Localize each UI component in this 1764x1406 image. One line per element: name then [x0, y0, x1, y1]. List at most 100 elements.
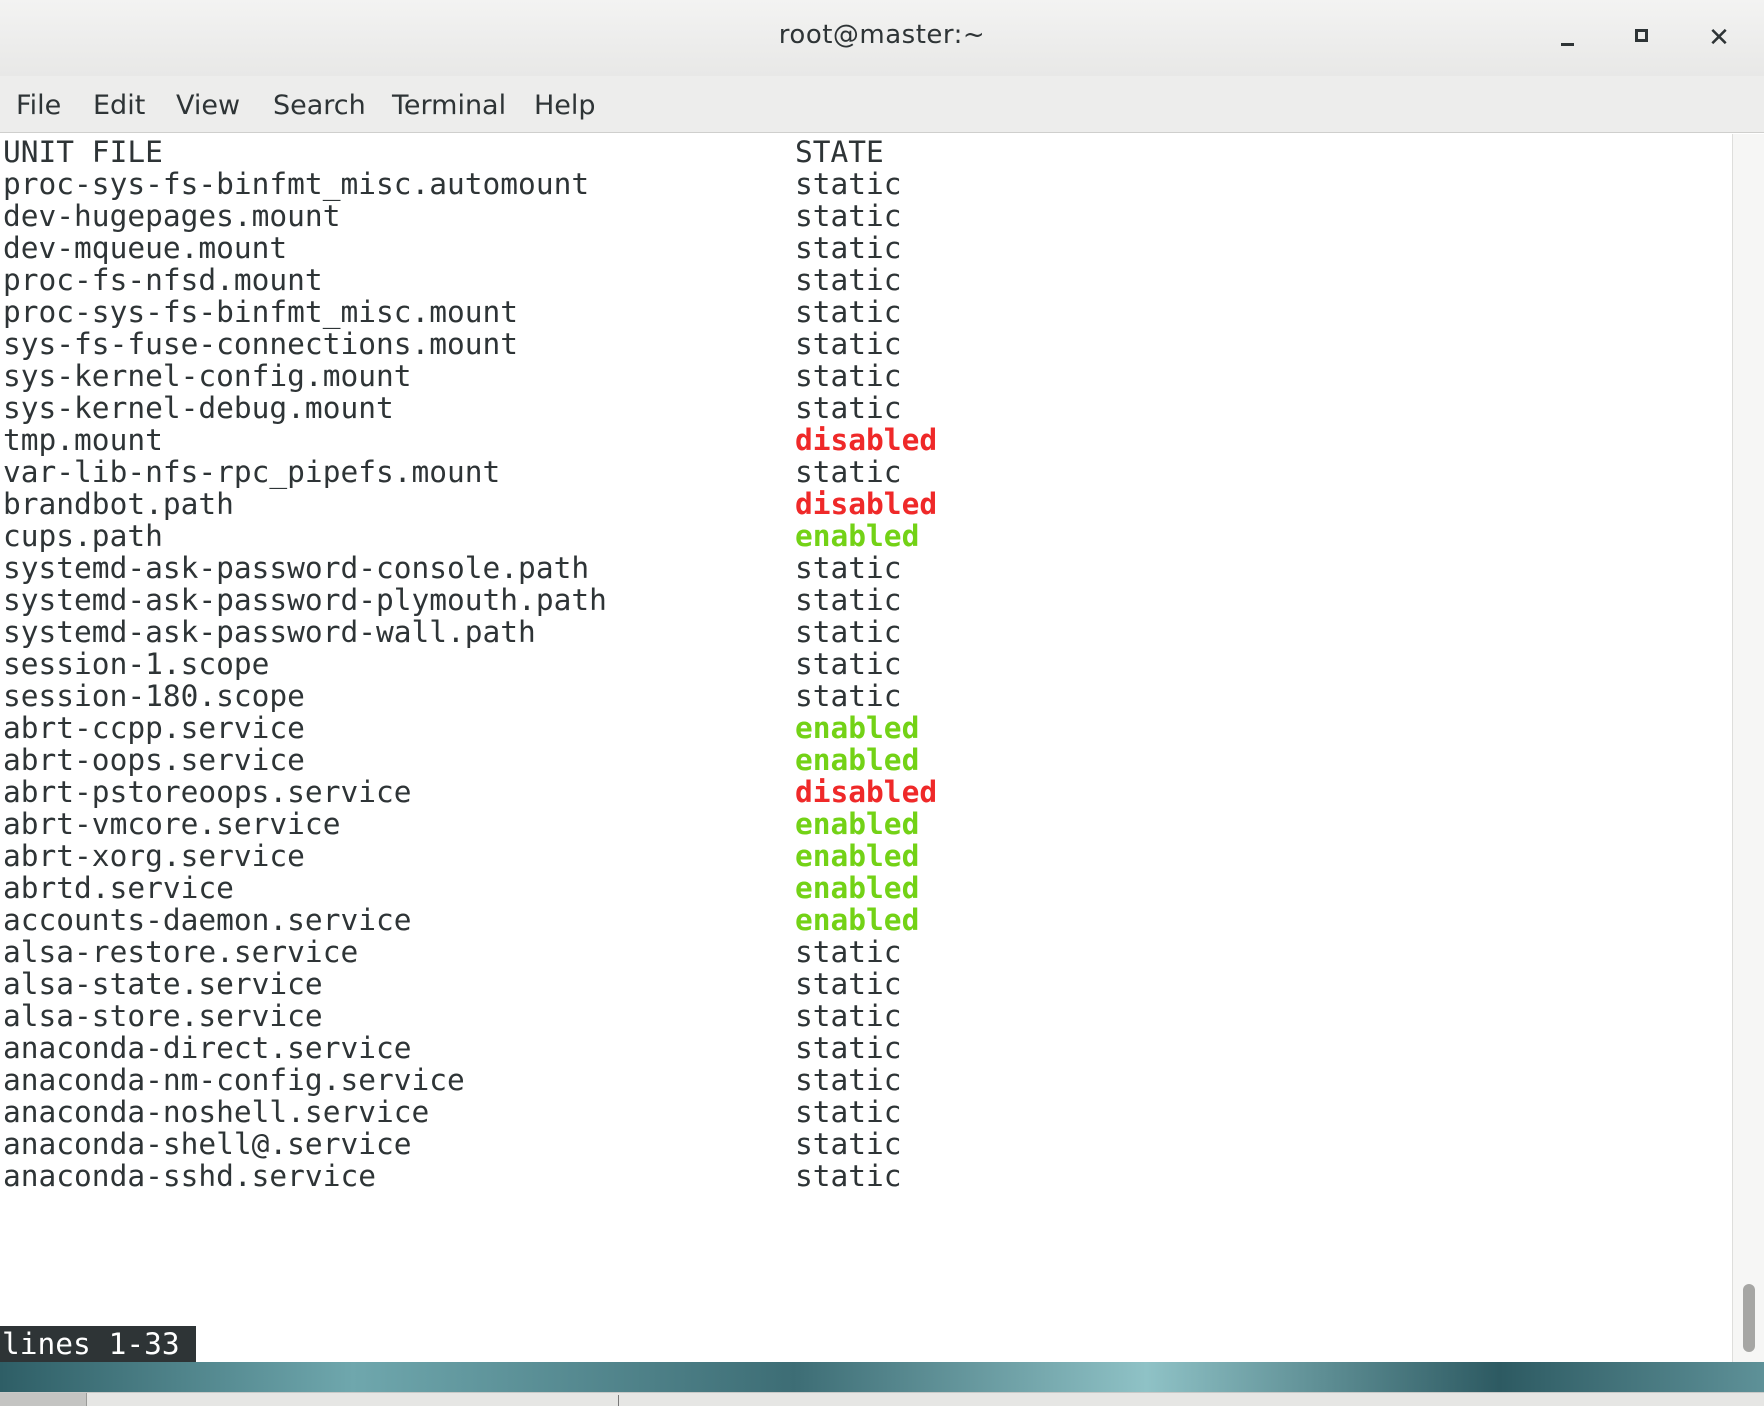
table-row: abrt-vmcore.service enabled [0, 806, 1200, 842]
table-row: systemd-ask-password-plymouth.path static [0, 582, 1200, 618]
unit-file-name: session-180.scope [3, 679, 305, 713]
unit-file-name: alsa-store.service [3, 999, 323, 1033]
table-row: systemd-ask-password-wall.path static [0, 614, 1200, 650]
unit-file-name: proc-sys-fs-binfmt_misc.mount [3, 295, 519, 329]
table-row: proc-sys-fs-binfmt_misc.mount static [0, 294, 1200, 330]
unit-file-name: dev-hugepages.mount [3, 199, 341, 233]
close-button[interactable]: ✕ [1697, 18, 1741, 58]
unit-file-name: accounts-daemon.service [3, 903, 412, 937]
unit-file-name: alsa-restore.service [3, 935, 359, 969]
unit-state: static [795, 999, 902, 1033]
minimize-button[interactable] [1546, 18, 1590, 58]
menu-bar: File Edit View Search Terminal Help [0, 76, 1764, 133]
unit-state: static [795, 327, 902, 361]
unit-file-name: alsa-state.service [3, 967, 323, 1001]
unit-state: static [795, 1063, 902, 1097]
unit-file-name: tmp.mount [3, 423, 163, 457]
unit-state: static [795, 935, 902, 969]
unit-file-name: cups.path [3, 519, 163, 553]
unit-state: static [795, 1127, 902, 1161]
table-row: abrt-xorg.service enabled [0, 838, 1200, 874]
table-row: dev-mqueue.mount static [0, 230, 1200, 266]
table-row: systemd-ask-password-console.path static [0, 550, 1200, 586]
unit-file-name: sys-fs-fuse-connections.mount [3, 327, 519, 361]
unit-state: enabled [795, 839, 920, 873]
unit-file-name: abrt-oops.service [3, 743, 305, 777]
unit-file-name: dev-mqueue.mount [3, 231, 288, 265]
unit-file-name: proc-fs-nfsd.mount [3, 263, 323, 297]
menu-view[interactable]: View [176, 90, 240, 121]
table-row: alsa-restore.service static [0, 934, 1200, 970]
terminal-output[interactable]: UNIT FILE STATE proc-sys-fs-binfmt_misc.… [0, 134, 1732, 1362]
maximize-button[interactable] [1621, 18, 1665, 58]
taskbar-separator [618, 1395, 619, 1406]
terminal-window: root@master:~ ✕ File Edit View Search Te… [0, 0, 1764, 1366]
desktop-background [0, 1362, 1764, 1392]
pager-status: lines 1-33 [0, 1326, 196, 1362]
unit-file-name: systemd-ask-password-plymouth.path [3, 583, 607, 617]
table-row: var-lib-nfs-rpc_pipefs.mount static [0, 454, 1200, 490]
unit-state: enabled [795, 807, 920, 841]
table-row: abrtd.service enabled [0, 870, 1200, 906]
table-row: abrt-ccpp.service enabled [0, 710, 1200, 746]
unit-state: disabled [795, 423, 938, 457]
unit-file-name: anaconda-shell@.service [3, 1127, 412, 1161]
unit-file-name: abrt-pstoreoops.service [3, 775, 412, 809]
close-icon: ✕ [1708, 23, 1730, 53]
table-row: proc-sys-fs-binfmt_misc.automount static [0, 166, 1200, 202]
taskbar-button[interactable] [0, 1393, 87, 1406]
table-row: alsa-store.service static [0, 998, 1200, 1034]
minimize-icon [1561, 43, 1574, 46]
unit-state: static [795, 231, 902, 265]
unit-file-name: sys-kernel-debug.mount [3, 391, 394, 425]
unit-state: static [795, 615, 902, 649]
menu-terminal[interactable]: Terminal [392, 90, 506, 121]
menu-search[interactable]: Search [273, 90, 366, 121]
unit-file-name: anaconda-noshell.service [3, 1095, 430, 1129]
header-unit-file: UNIT FILE [3, 135, 163, 169]
table-header: UNIT FILE STATE [0, 134, 1200, 170]
menu-file[interactable]: File [16, 90, 61, 121]
menu-edit[interactable]: Edit [93, 90, 145, 121]
unit-state: static [795, 1159, 902, 1193]
unit-state: static [795, 583, 902, 617]
header-state: STATE [795, 135, 884, 169]
table-row: anaconda-noshell.service static [0, 1094, 1200, 1130]
unit-state: static [795, 199, 902, 233]
scrollbar-thumb[interactable] [1743, 1284, 1755, 1352]
table-row: session-1.scope static [0, 646, 1200, 682]
unit-file-name: abrtd.service [3, 871, 234, 905]
unit-file-name: abrt-ccpp.service [3, 711, 305, 745]
table-row: cups.path enabled [0, 518, 1200, 554]
table-row: accounts-daemon.service enabled [0, 902, 1200, 938]
unit-state: enabled [795, 711, 920, 745]
unit-file-name: brandbot.path [3, 487, 234, 521]
unit-file-name: abrt-xorg.service [3, 839, 305, 873]
table-row: anaconda-shell@.service static [0, 1126, 1200, 1162]
unit-file-name: session-1.scope [3, 647, 270, 681]
menu-help[interactable]: Help [534, 90, 596, 121]
unit-file-name: anaconda-direct.service [3, 1031, 412, 1065]
unit-file-name: anaconda-sshd.service [3, 1159, 376, 1193]
unit-file-name: sys-kernel-config.mount [3, 359, 412, 393]
unit-file-name: anaconda-nm-config.service [3, 1063, 465, 1097]
unit-state: static [795, 679, 902, 713]
table-row: proc-fs-nfsd.mount static [0, 262, 1200, 298]
unit-file-name: proc-sys-fs-binfmt_misc.automount [3, 167, 590, 201]
unit-state: static [795, 455, 902, 489]
unit-state: enabled [795, 519, 920, 553]
title-bar[interactable]: root@master:~ ✕ [0, 0, 1764, 77]
maximize-icon [1635, 29, 1648, 42]
unit-state: static [795, 167, 902, 201]
unit-state: disabled [795, 487, 938, 521]
unit-state: static [795, 391, 902, 425]
window-title: root@master:~ [778, 20, 986, 50]
scrollbar[interactable] [1732, 134, 1764, 1362]
table-row: sys-kernel-config.mount static [0, 358, 1200, 394]
table-row: alsa-state.service static [0, 966, 1200, 1002]
unit-file-name: systemd-ask-password-wall.path [3, 615, 536, 649]
unit-state: enabled [795, 903, 920, 937]
unit-state: disabled [795, 775, 938, 809]
table-row: dev-hugepages.mount static [0, 198, 1200, 234]
table-row: abrt-pstoreoops.service disabled [0, 774, 1200, 810]
